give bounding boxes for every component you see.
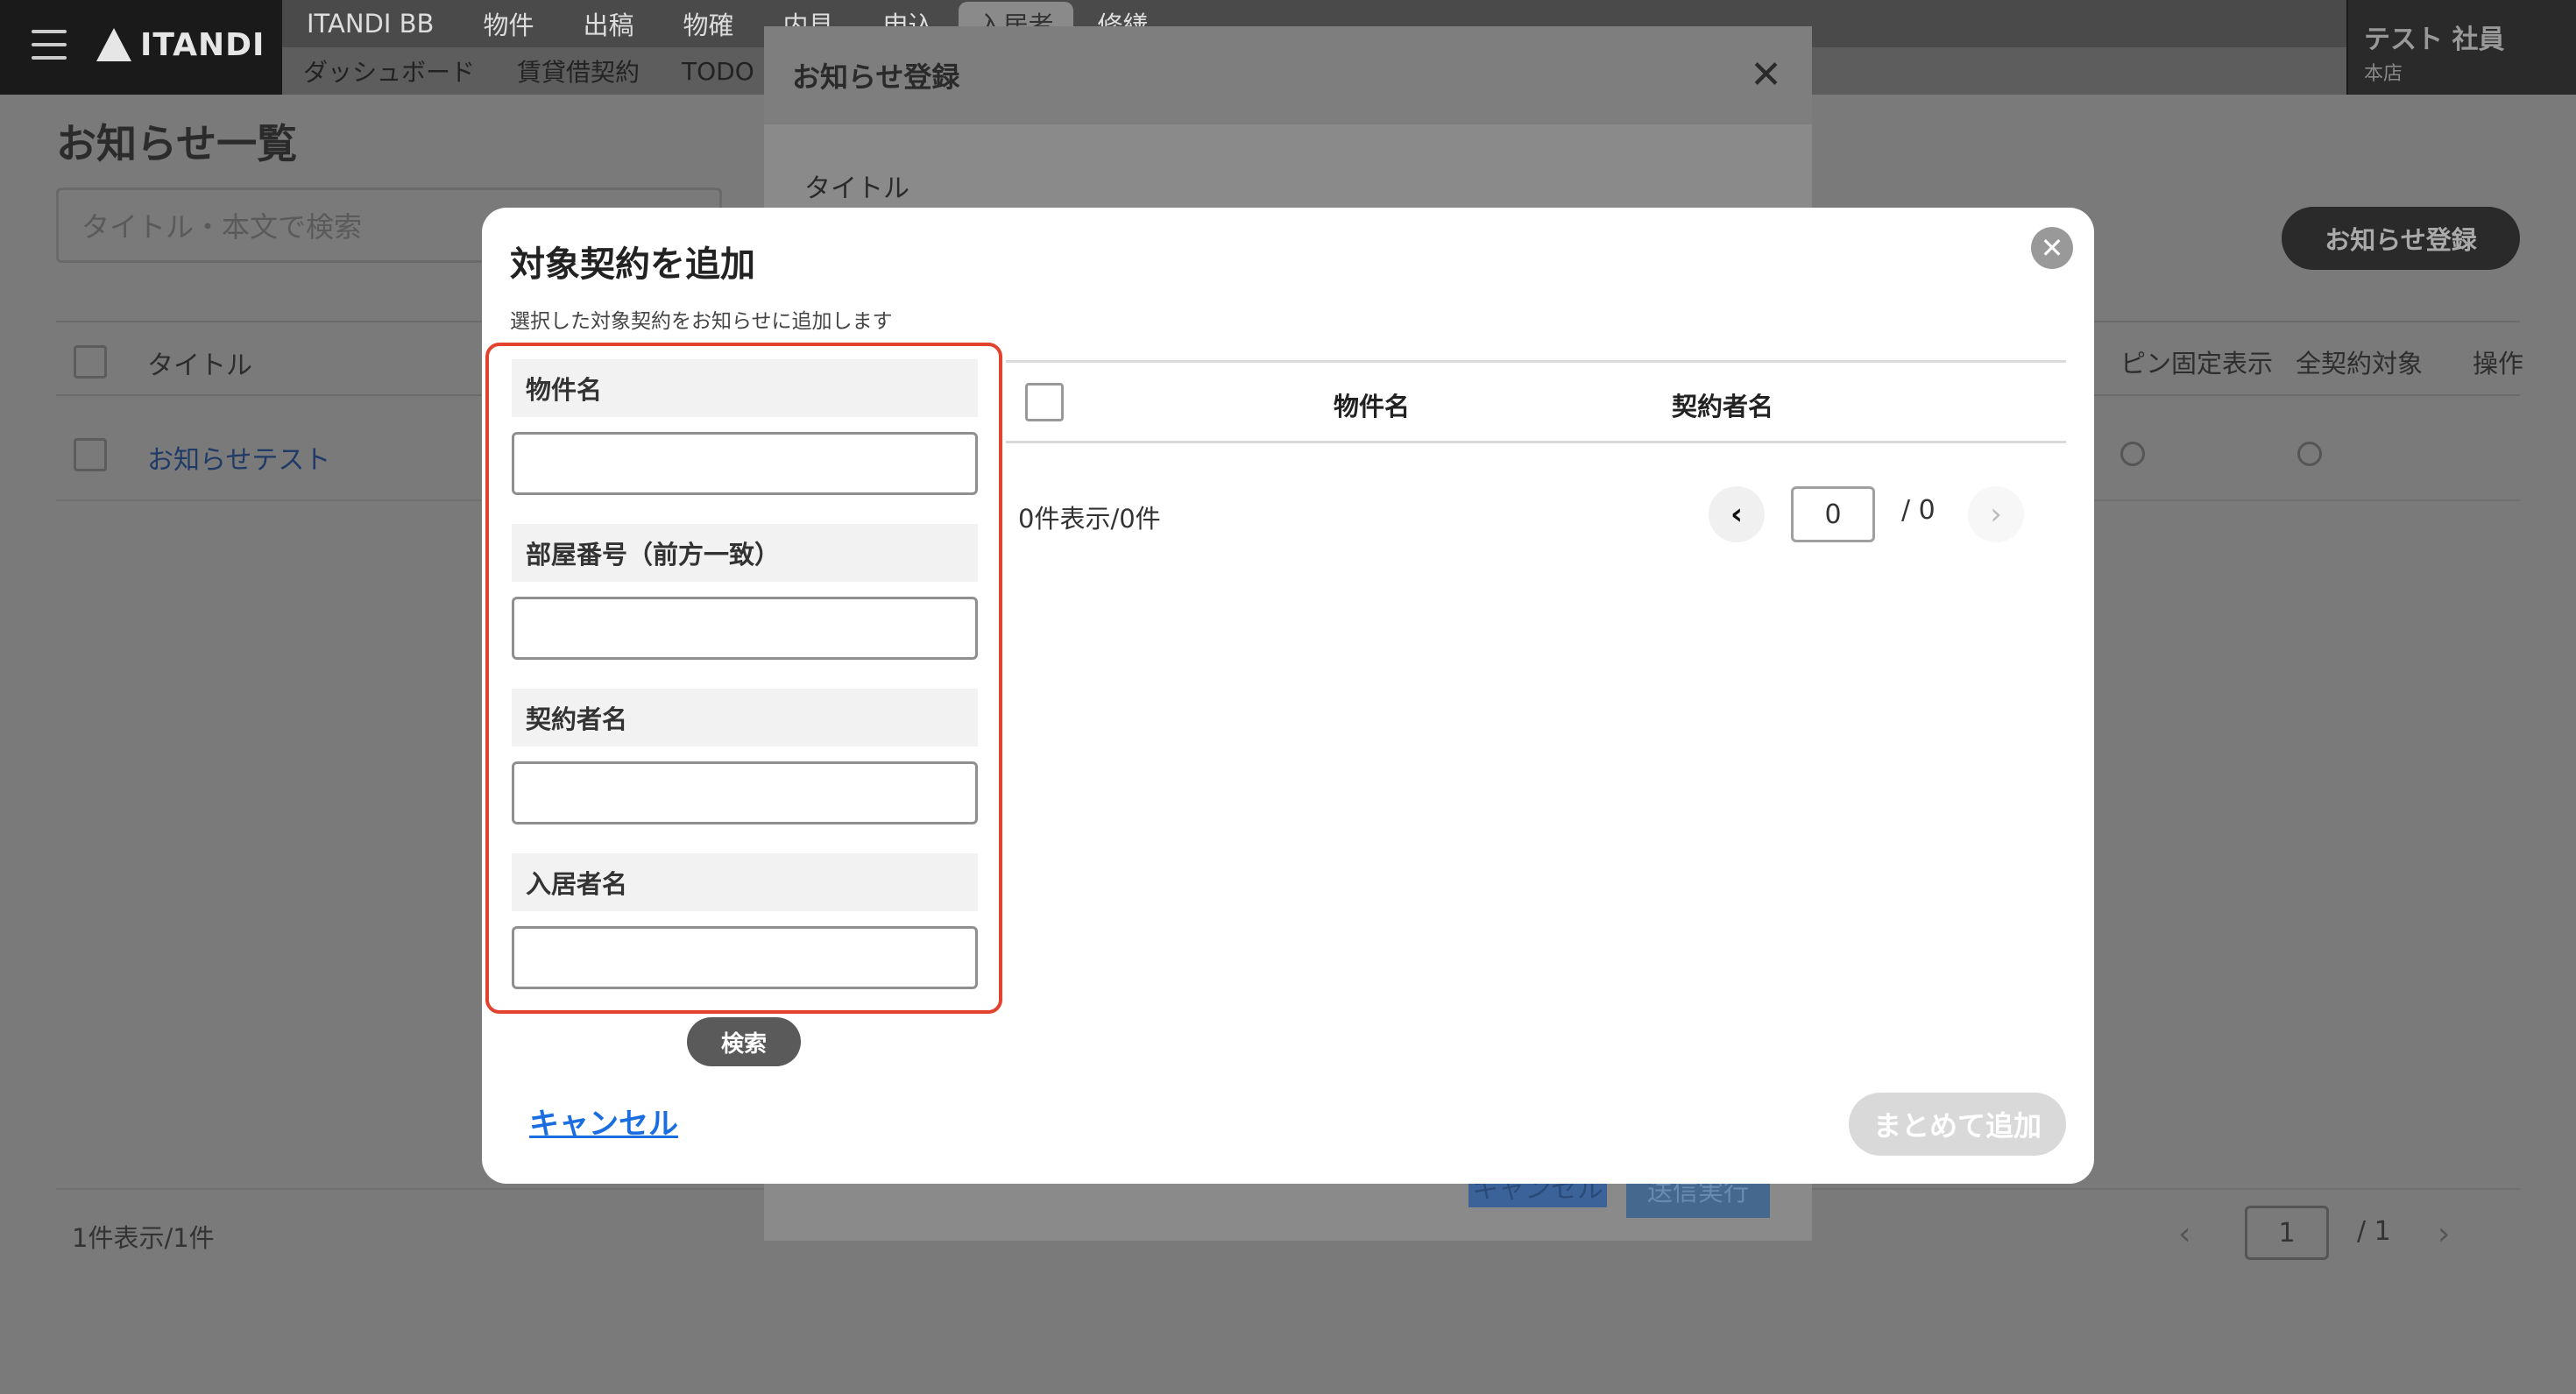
user-branch: 本店 (2364, 63, 2403, 85)
close-icon[interactable]: ✕ (1750, 56, 1782, 95)
all-contracts-radio[interactable] (2297, 442, 2322, 466)
contractor-name-label: 契約者名 (512, 689, 978, 747)
hamburger-menu-icon[interactable] (32, 30, 67, 61)
page-number-input[interactable]: 1 (2245, 1206, 2329, 1260)
results-page-total: / 0 (1901, 495, 1936, 526)
modal-subtitle: 選択した対象契約をお知らせに追加します (510, 310, 893, 333)
contractor-name-input[interactable] (512, 761, 978, 824)
search-button[interactable]: 検索 (687, 1017, 801, 1066)
next-page-icon[interactable]: › (1968, 486, 2024, 542)
nav-dashboard[interactable]: ダッシュボード (282, 53, 496, 88)
pin-radio[interactable] (2120, 442, 2145, 466)
modal-header: お知らせ登録 ✕ (764, 26, 1812, 124)
room-number-label: 部屋番号（前方一致） (512, 524, 978, 582)
search-placeholder: タイトル・本文で検索 (81, 210, 363, 244)
property-name-input[interactable] (512, 432, 978, 495)
nav-property-check[interactable]: 物確 (658, 5, 758, 42)
cancel-link[interactable]: キャンセル (529, 1100, 678, 1143)
modal-title: お知らせ登録 (792, 60, 960, 94)
next-page-icon[interactable]: › (2438, 1216, 2450, 1252)
row-checkbox[interactable] (74, 438, 107, 471)
divider (1006, 360, 2066, 363)
column-actions: 操作 (2473, 349, 2524, 379)
prev-page-icon[interactable]: ‹ (2178, 1216, 2190, 1252)
add-all-button[interactable]: まとめて追加 (1849, 1093, 2066, 1156)
nav-lease-contracts[interactable]: 賃貸借契約 (496, 53, 661, 88)
itandi-logo-icon (96, 28, 131, 61)
title-field-label: タイトル (804, 173, 909, 204)
user-menu[interactable]: テスト 社員 本店 (2348, 0, 2576, 95)
room-number-input[interactable] (512, 597, 978, 660)
results-page-input[interactable]: 0 (1791, 486, 1875, 542)
user-name: テスト 社員 (2364, 25, 2505, 55)
register-notice-button[interactable]: お知らせ登録 (2282, 207, 2520, 270)
modal-title: 対象契約を追加 (510, 244, 755, 285)
nav-listing[interactable]: 出稿 (558, 5, 658, 42)
select-all-checkbox[interactable] (74, 345, 107, 379)
column-property-name: 物件名 (1334, 392, 1411, 421)
column-contractor-name: 契約者名 (1672, 392, 1774, 421)
nav-todo[interactable]: TODO (661, 57, 775, 86)
prev-page-icon[interactable]: ‹ (1709, 486, 1765, 542)
notice-title-link[interactable]: お知らせテスト (147, 438, 330, 477)
select-all-results-checkbox[interactable] (1025, 383, 1064, 421)
column-pin: ピン固定表示 (2120, 349, 2274, 379)
column-title: タイトル (147, 350, 252, 381)
results-count: 0件表示/0件 (1018, 504, 1161, 534)
result-count: 1件表示/1件 (72, 1223, 215, 1253)
nav-itandi-bb[interactable]: ITANDI BB (282, 9, 458, 39)
divider (1006, 441, 2066, 443)
column-all-contracts: 全契約対象 (2296, 349, 2424, 379)
logo-text: ITANDI (140, 26, 265, 63)
page-title: お知らせ一覧 (56, 120, 298, 167)
page-total: / 1 (2357, 1216, 2391, 1247)
close-icon[interactable]: ✕ (2031, 227, 2073, 269)
property-name-label: 物件名 (512, 359, 978, 417)
nav-property[interactable]: 物件 (458, 5, 558, 42)
itandi-logo[interactable]: ITANDI (96, 25, 265, 65)
resident-name-label: 入居者名 (512, 853, 978, 911)
add-contract-modal: 対象契約を追加 選択した対象契約をお知らせに追加します ✕ 物件名 部屋番号（前… (482, 208, 2094, 1184)
resident-name-input[interactable] (512, 926, 978, 989)
